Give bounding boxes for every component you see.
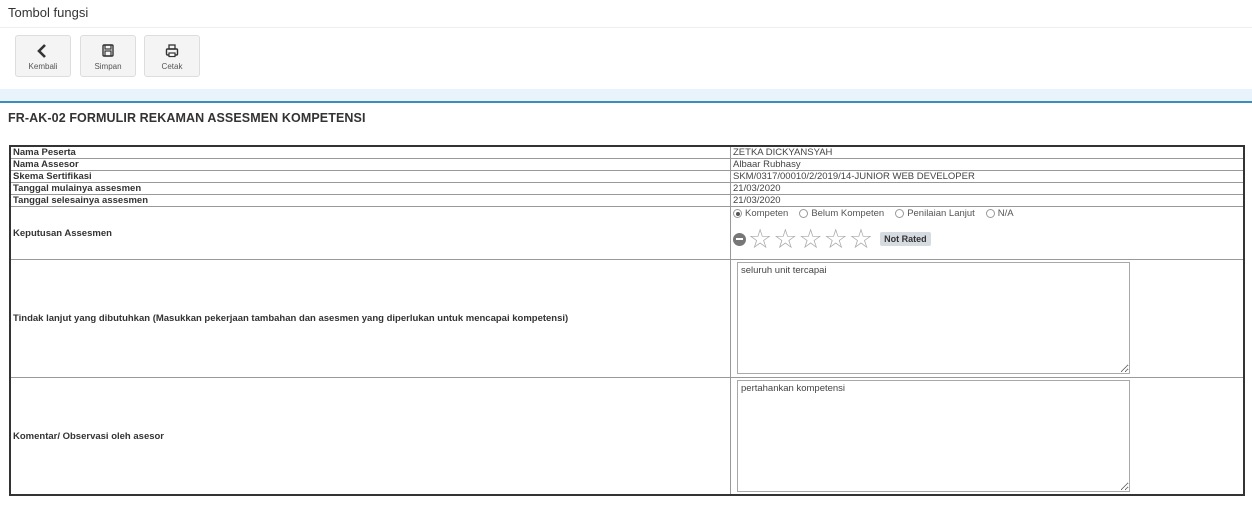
radio-kompeten[interactable]: Kompeten bbox=[733, 208, 788, 219]
star-icon[interactable]: ☆ bbox=[748, 225, 772, 253]
table-row: Komentar/ Observasi oleh asesor pertahan… bbox=[9, 377, 1245, 496]
rating-badge: Not Rated bbox=[880, 232, 931, 246]
row-value-peserta: ZETKA DICKYANSYAH bbox=[730, 145, 1245, 159]
section-title: Tombol fungsi bbox=[8, 5, 89, 20]
radio-label: Belum Kompeten bbox=[811, 208, 885, 219]
radio-na[interactable]: N/A bbox=[985, 208, 1014, 219]
row-value-skema: SKM/0317/00010/2/2019/14-JUNIOR WEB DEVE… bbox=[730, 170, 1245, 183]
decision-radio-group: Kompeten Belum Kompeten Penilaian Lanjut… bbox=[733, 208, 1241, 219]
followup-textarea[interactable]: seluruh unit tercapai bbox=[737, 262, 1130, 374]
chevron-left-icon bbox=[16, 41, 70, 61]
row-label-mulai: Tanggal mulainya assesmen bbox=[9, 182, 731, 195]
comment-textarea[interactable]: pertahankan kompetensi bbox=[737, 380, 1130, 492]
followup-cell: seluruh unit tercapai bbox=[730, 259, 1245, 378]
radio-button[interactable] bbox=[799, 209, 809, 218]
radio-label: Penilaian Lanjut bbox=[907, 208, 975, 219]
table-row: Nama Assesor Albaar Rubhasy bbox=[9, 158, 1245, 171]
back-button-label: Kembali bbox=[28, 62, 58, 71]
row-label-selesai: Tanggal selesainya assesmen bbox=[9, 194, 731, 207]
print-button-label: Cetak bbox=[161, 62, 183, 71]
radio-button[interactable] bbox=[733, 209, 742, 218]
star-icon[interactable]: ☆ bbox=[773, 225, 797, 253]
table-row: Tindak lanjut yang dibutuhkan (Masukkan … bbox=[9, 259, 1245, 378]
save-button-label: Simpan bbox=[94, 62, 122, 71]
assessment-record-table: Nama Peserta ZETKA DICKYANSYAH Nama Asse… bbox=[9, 145, 1245, 496]
save-button[interactable]: Simpan bbox=[80, 35, 136, 77]
table-row: Nama Peserta ZETKA DICKYANSYAH bbox=[9, 145, 1245, 159]
row-value-mulai: 21/03/2020 bbox=[730, 182, 1245, 195]
star-icon[interactable]: ☆ bbox=[798, 225, 822, 253]
table-row: Keputusan Assesmen Kompeten Belum Kompet… bbox=[9, 206, 1245, 260]
row-label-keputusan: Keputusan Assesmen bbox=[9, 206, 731, 260]
radio-button[interactable] bbox=[985, 209, 995, 218]
row-label-tindak: Tindak lanjut yang dibutuhkan (Masukkan … bbox=[9, 259, 731, 378]
row-value-selesai: 21/03/2020 bbox=[730, 194, 1245, 207]
panel-divider bbox=[0, 101, 1252, 103]
table-row: Tanggal selesainya assesmen 21/03/2020 bbox=[9, 194, 1245, 207]
table-row: Tanggal mulainya assesmen 21/03/2020 bbox=[9, 182, 1245, 195]
clear-rating-icon[interactable] bbox=[733, 232, 746, 246]
back-button[interactable]: Kembali bbox=[15, 35, 71, 77]
row-value-assesor: Albaar Rubhasy bbox=[730, 158, 1245, 171]
row-label-skema: Skema Sertifikasi bbox=[9, 170, 731, 183]
radio-label: N/A bbox=[997, 208, 1014, 219]
decision-cell: Kompeten Belum Kompeten Penilaian Lanjut… bbox=[730, 206, 1245, 260]
function-toolbar: Kembali Simpan Cetak bbox=[0, 27, 1252, 90]
radio-label: Kompeten bbox=[745, 208, 789, 219]
table-row: Skema Sertifikasi SKM/0317/00010/2/2019/… bbox=[9, 170, 1245, 183]
row-label-assesor: Nama Assesor bbox=[9, 158, 731, 171]
print-button[interactable]: Cetak bbox=[144, 35, 200, 77]
row-label-komentar: Komentar/ Observasi oleh asesor bbox=[9, 377, 731, 496]
star-rating: ☆ ☆ ☆ ☆ ☆ Not Rated bbox=[733, 225, 1241, 253]
form-title: FR-AK-02 FORMULIR REKAMAN ASSESMEN KOMPE… bbox=[8, 111, 366, 125]
floppy-disk-icon bbox=[81, 41, 135, 61]
comment-cell: pertahankan kompetensi bbox=[730, 377, 1245, 496]
radio-belum-kompeten[interactable]: Belum Kompeten bbox=[799, 208, 884, 219]
panel-header-strip bbox=[0, 89, 1252, 101]
radio-button[interactable] bbox=[895, 209, 905, 218]
row-label-peserta: Nama Peserta bbox=[9, 145, 731, 159]
star-icon[interactable]: ☆ bbox=[824, 225, 848, 253]
star-icon[interactable]: ☆ bbox=[849, 225, 873, 253]
printer-icon bbox=[145, 41, 199, 61]
radio-penilaian-lanjut[interactable]: Penilaian Lanjut bbox=[895, 208, 975, 219]
